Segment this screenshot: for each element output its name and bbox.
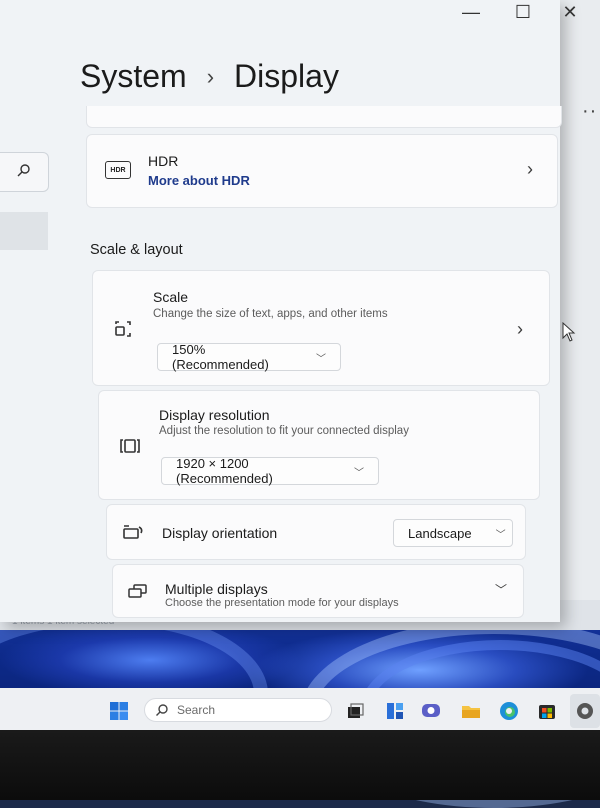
- scale-icon: [115, 321, 131, 337]
- minimize-button[interactable]: —: [448, 0, 494, 24]
- chevron-right-icon[interactable]: ›: [527, 159, 533, 180]
- resolution-title: Display resolution: [159, 407, 270, 423]
- teams-chat-icon[interactable]: [420, 700, 442, 722]
- chevron-down-icon: ﹀: [354, 467, 364, 479]
- resolution-dropdown[interactable]: 1920 × 1200 (Recommended) ﹀: [161, 456, 379, 486]
- hdr-icon: HDR: [105, 161, 131, 179]
- close-button[interactable]: ✕: [550, 0, 590, 24]
- scale-layout-heading: Scale & layout: [90, 242, 183, 258]
- maximize-button[interactable]: ☐: [500, 0, 546, 24]
- monitor-bezel: [0, 730, 600, 800]
- hdr-card[interactable]: HDR HDR More about HDR ›: [86, 134, 558, 208]
- scale-card[interactable]: Scale Change the size of text, apps, and…: [92, 270, 550, 386]
- chevron-down-icon: ﹀: [495, 529, 506, 541]
- multiple-displays-subtitle: Choose the presentation mode for your di…: [165, 597, 399, 609]
- resolution-subtitle: Adjust the resolution to fit your connec…: [159, 425, 409, 437]
- previous-setting-card: [86, 106, 562, 128]
- widgets-icon[interactable]: [384, 700, 406, 722]
- mouse-cursor-icon: [562, 322, 576, 342]
- scale-value: 150% (Recommended): [172, 342, 269, 372]
- orientation-icon: [123, 525, 143, 539]
- breadcrumb: System › Display: [80, 58, 339, 95]
- background-nav-item[interactable]: [0, 212, 48, 250]
- search-icon: [17, 164, 30, 177]
- file-explorer-icon[interactable]: [460, 700, 482, 722]
- close-icon: ✕: [562, 1, 578, 22]
- settings-icon[interactable]: [574, 700, 596, 722]
- scale-dropdown[interactable]: 150% (Recommended) ﹀: [157, 342, 341, 372]
- breadcrumb-separator-icon: ›: [206, 63, 215, 89]
- taskbar-search[interactable]: Search: [144, 698, 332, 722]
- orientation-title: Display orientation: [162, 525, 278, 541]
- chevron-down-icon[interactable]: ﹀: [495, 581, 507, 598]
- breadcrumb-system[interactable]: System: [80, 58, 187, 95]
- hdr-title: HDR: [148, 153, 179, 169]
- scale-subtitle: Change the size of text, apps, and other…: [153, 308, 388, 320]
- more-options-icon[interactable]: ··: [582, 100, 597, 123]
- search-icon: [156, 704, 168, 716]
- store-icon[interactable]: [536, 700, 558, 722]
- resolution-value: 1920 × 1200 (Recommended): [176, 456, 273, 486]
- settings-window: — ☐ ✕ System › Display HDR HDR More abou…: [0, 0, 578, 622]
- taskbar-search-placeholder: Search: [177, 703, 216, 717]
- start-icon[interactable]: [108, 700, 130, 722]
- chevron-right-icon[interactable]: ›: [517, 319, 523, 340]
- display-orientation-card[interactable]: Display orientation Landscape ﹀: [106, 504, 526, 560]
- resolution-icon: [120, 439, 140, 453]
- background-search-box[interactable]: [0, 152, 49, 192]
- multiple-displays-title: Multiple displays: [165, 581, 268, 597]
- page-title: Display: [234, 58, 339, 94]
- maximize-icon: ☐: [514, 1, 532, 22]
- display-resolution-card[interactable]: Display resolution Adjust the resolution…: [98, 390, 540, 500]
- edge-icon[interactable]: [498, 700, 520, 722]
- orientation-value: Landscape: [408, 525, 472, 541]
- chevron-down-icon: ﹀: [316, 353, 326, 365]
- more-about-hdr-link[interactable]: More about HDR: [148, 173, 250, 188]
- task-view-icon[interactable]: [344, 700, 366, 722]
- multiple-displays-icon: [128, 584, 147, 598]
- orientation-dropdown[interactable]: Landscape ﹀: [393, 519, 513, 547]
- scale-title: Scale: [153, 289, 189, 305]
- multiple-displays-card[interactable]: Multiple displays Choose the presentatio…: [112, 564, 524, 618]
- minimize-icon: —: [462, 1, 480, 22]
